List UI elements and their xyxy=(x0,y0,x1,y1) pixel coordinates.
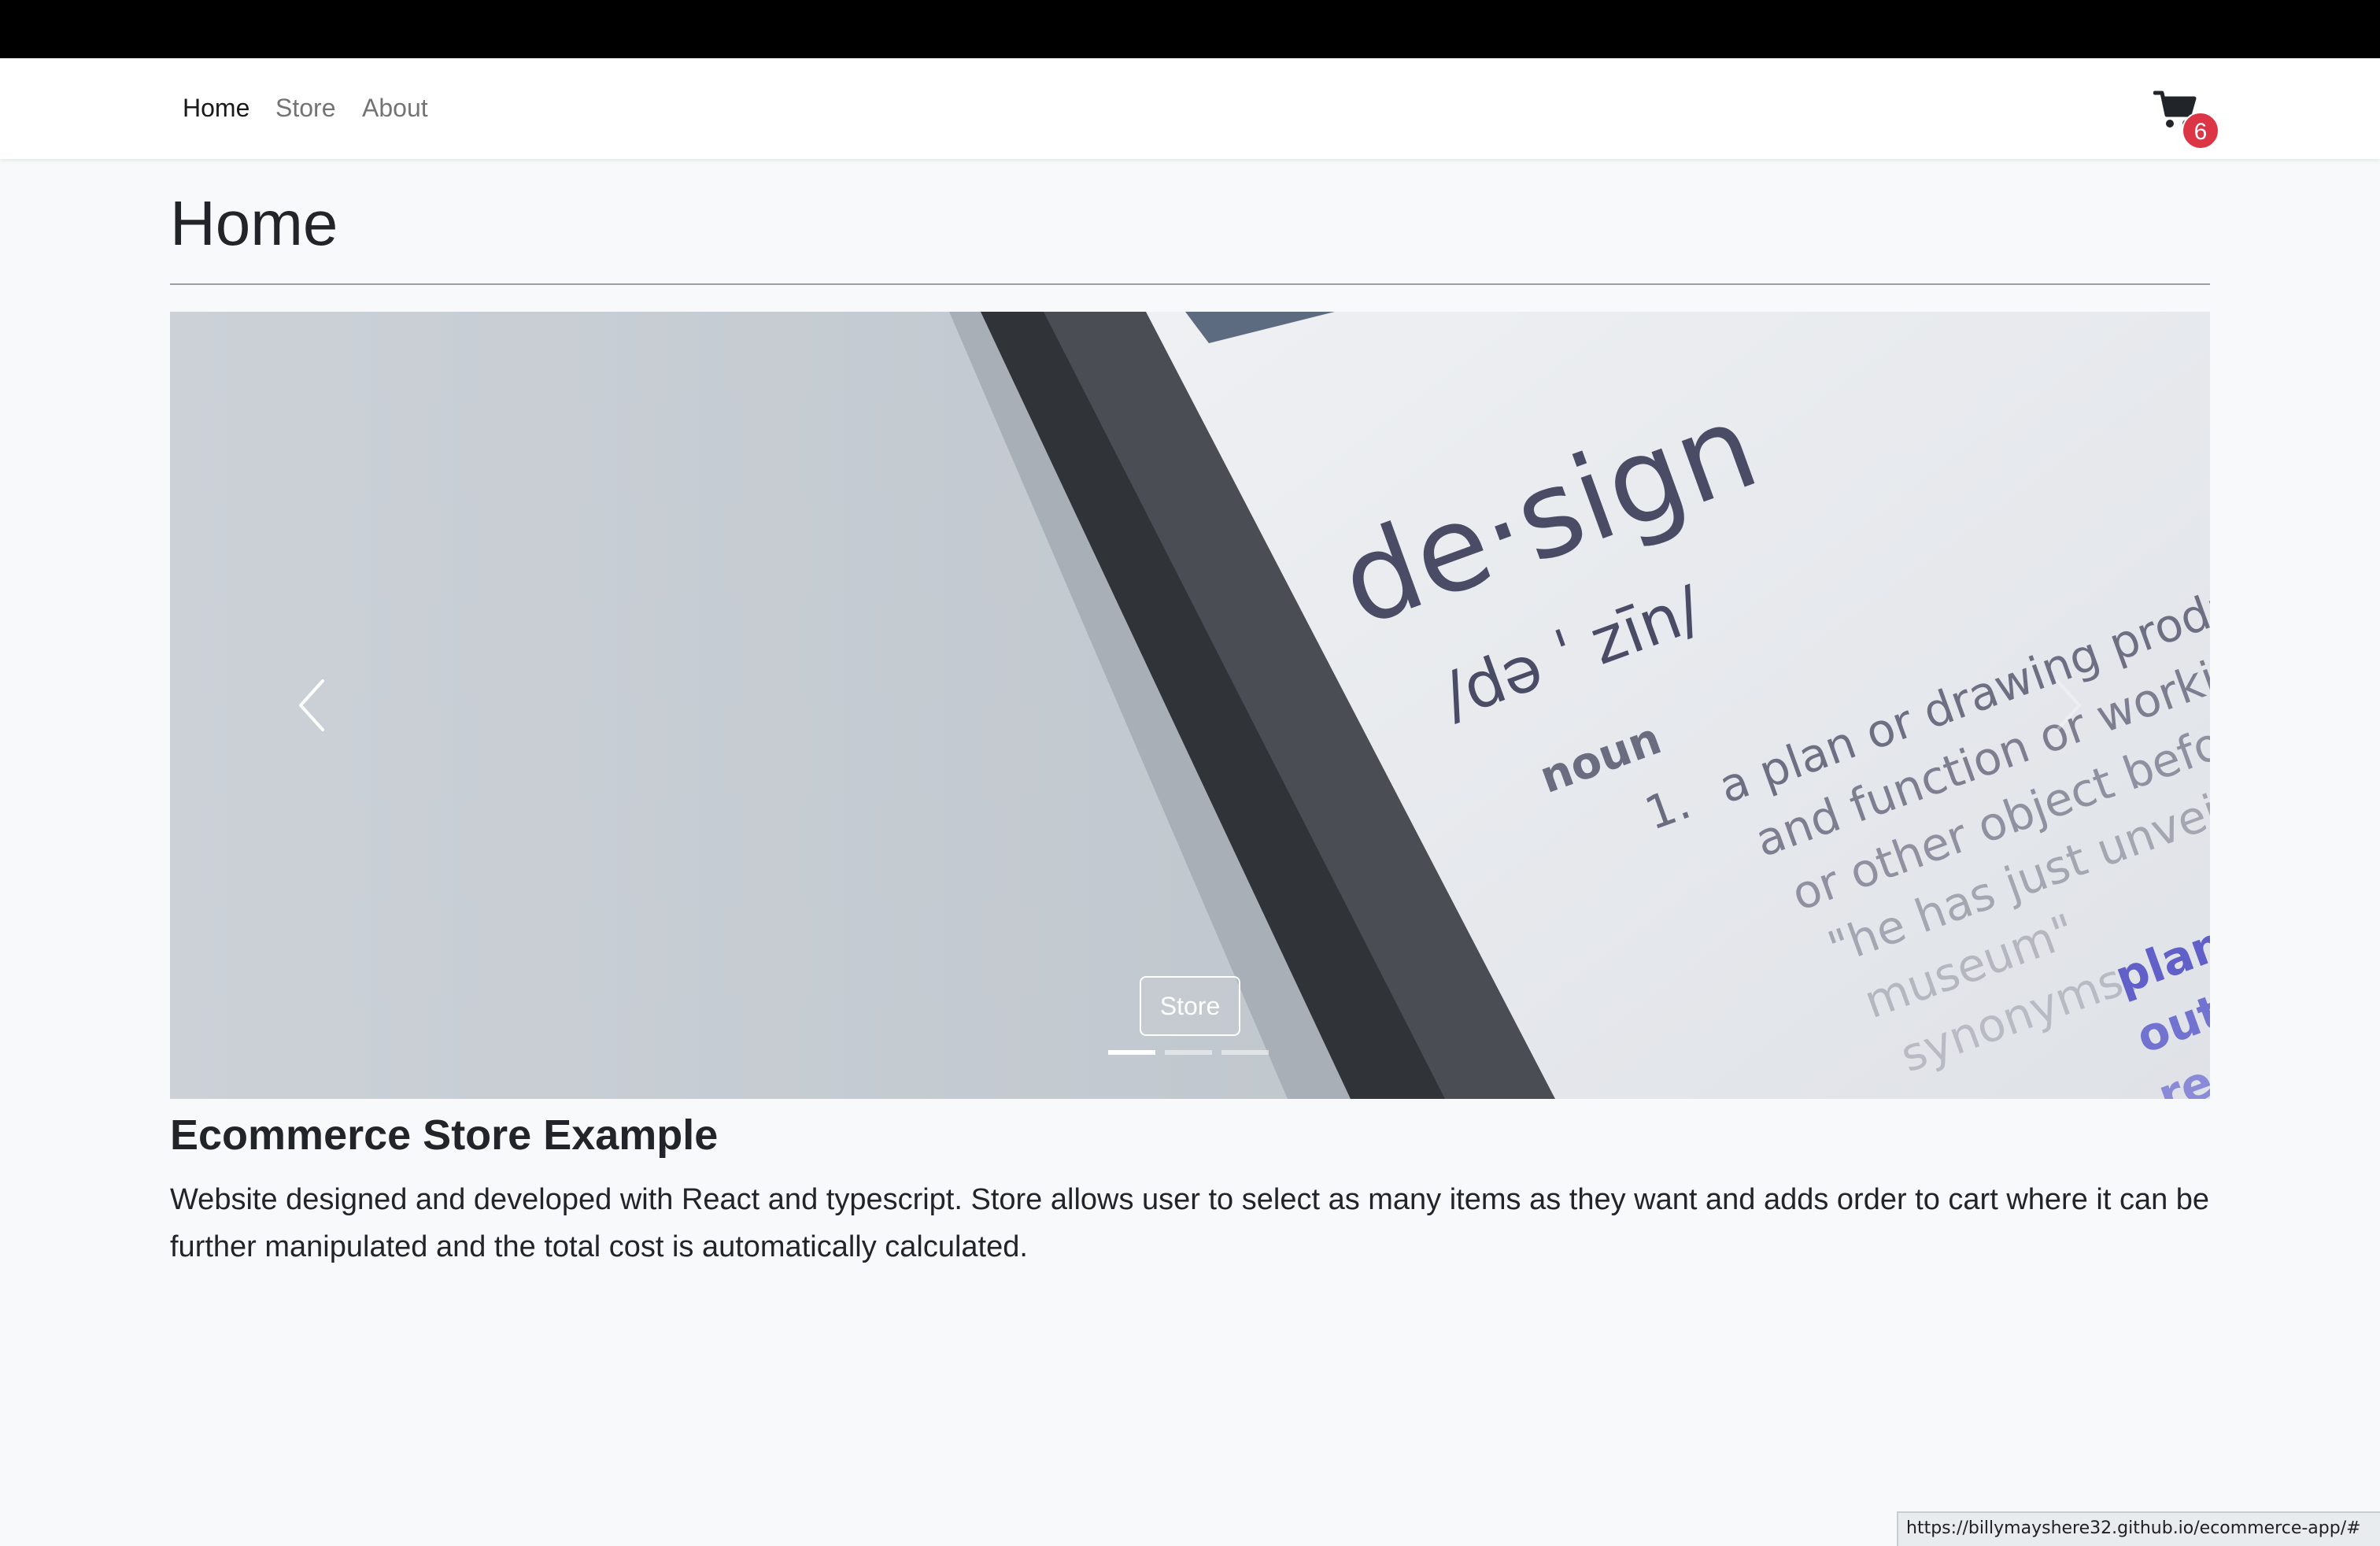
carousel-prev-button[interactable] xyxy=(249,642,375,768)
cart-count-badge: 6 xyxy=(2182,112,2219,150)
carousel-indicators xyxy=(1108,1050,1269,1056)
carousel-indicator-3[interactable] xyxy=(1221,1050,1269,1055)
content-description: Website designed and developed with Reac… xyxy=(170,1183,2210,1263)
nav-link-home[interactable]: Home xyxy=(183,88,249,128)
carousel-indicator-1[interactable] xyxy=(1108,1050,1155,1055)
content-heading: Ecommerce Store Example xyxy=(170,1111,719,1159)
top-bar xyxy=(0,0,2380,58)
page-title: Home xyxy=(170,188,338,258)
carousel-next-button[interactable] xyxy=(2005,642,2131,768)
chevron-right-icon xyxy=(2056,679,2081,731)
cart-button[interactable]: 6 xyxy=(2153,90,2219,150)
title-divider xyxy=(170,283,2210,285)
nav-link-about[interactable]: About xyxy=(362,88,428,128)
status-bar-url: https://billymayshere32.github.io/ecomme… xyxy=(1897,1511,2380,1546)
carousel-indicator-2[interactable] xyxy=(1165,1050,1212,1055)
carousel: de·sign /də ˈ zīn/ noun 1. a plan or dra… xyxy=(170,312,2210,1099)
chevron-left-icon xyxy=(299,679,324,731)
navbar: Home Store About 6 xyxy=(0,58,2380,159)
carousel-store-button[interactable]: Store xyxy=(1140,976,1240,1036)
nav-link-store[interactable]: Store xyxy=(275,88,335,128)
